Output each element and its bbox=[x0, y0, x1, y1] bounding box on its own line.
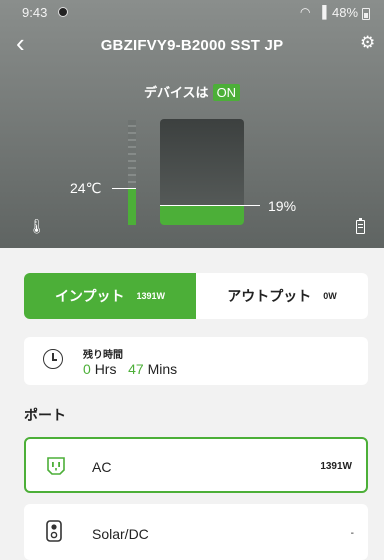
remaining-hours: 0 bbox=[83, 361, 91, 377]
temperature-pointer bbox=[112, 188, 136, 189]
tab-input-value: 1391W bbox=[136, 291, 166, 301]
tab-input-label: インプット bbox=[54, 288, 125, 304]
battery-gauge bbox=[160, 119, 244, 225]
port-item-ac[interactable]: AC 1391W bbox=[24, 437, 368, 493]
device-title: GBZIFVY9-B2000 SST JP bbox=[100, 37, 284, 54]
status-time: 9:43 bbox=[22, 5, 48, 20]
tab-output-value: 0W bbox=[323, 291, 337, 301]
io-tabs: インプット 1391W アウトプット 0W bbox=[24, 273, 368, 319]
battery-percent: 19% bbox=[268, 198, 297, 214]
port-ac-value: 1391W bbox=[320, 461, 352, 472]
main-content: インプット 1391W アウトプット 0W 残り時間 0 Hrs 47 Mins… bbox=[0, 248, 384, 560]
ports-title: ポート bbox=[24, 407, 66, 423]
battery-pointer bbox=[160, 205, 260, 206]
signal-icon: ▐ bbox=[318, 5, 327, 19]
remaining-hours-unit: Hrs bbox=[94, 361, 117, 377]
port-solar-name: Solar/DC bbox=[92, 526, 149, 542]
remaining-minutes-unit: Mins bbox=[147, 361, 178, 377]
thermometer-icon: 🌡︎ bbox=[28, 218, 46, 234]
remaining-time-card: 残り時間 0 Hrs 47 Mins bbox=[24, 337, 368, 385]
temperature-label: 24℃ bbox=[70, 180, 102, 196]
port-item-solar-dc[interactable]: Solar/DC - bbox=[24, 504, 368, 560]
tab-output[interactable]: アウトプット 0W bbox=[196, 273, 368, 319]
status-bar: 9:43 ◠ ▐ 48% bbox=[0, 0, 384, 24]
battery-gauge-fill bbox=[160, 204, 244, 225]
device-header-panel: 9:43 ◠ ▐ 48% ‹ GBZIFVY9-B2000 SST JP ⚙ デ… bbox=[0, 0, 384, 248]
solar-dc-icon bbox=[42, 519, 66, 543]
settings-gear-icon[interactable]: ⚙ bbox=[360, 34, 378, 52]
remaining-minutes: 47 bbox=[128, 361, 144, 377]
tab-input[interactable]: インプット 1391W bbox=[24, 273, 196, 319]
port-solar-value: - bbox=[350, 528, 354, 539]
on-badge: ON bbox=[212, 84, 241, 101]
temperature-gauge bbox=[128, 120, 136, 225]
device-status-label: デバイスは bbox=[143, 85, 209, 100]
device-status: デバイスは ON bbox=[0, 82, 384, 101]
battery-detail-icon[interactable] bbox=[356, 218, 365, 234]
tab-output-label: アウトプット bbox=[227, 288, 312, 304]
temperature-gauge-fill bbox=[128, 189, 136, 225]
status-battery-percent: 48% bbox=[332, 5, 359, 20]
status-battery-icon bbox=[362, 8, 370, 20]
remaining-time-value: 0 Hrs 47 Mins bbox=[83, 361, 177, 377]
notification-icon bbox=[58, 7, 68, 17]
clock-icon bbox=[43, 349, 63, 369]
wifi-icon: ◠ bbox=[300, 5, 311, 19]
port-ac-name: AC bbox=[92, 459, 112, 475]
ac-outlet-icon bbox=[44, 454, 68, 478]
remaining-time-title: 残り時間 bbox=[83, 350, 123, 361]
